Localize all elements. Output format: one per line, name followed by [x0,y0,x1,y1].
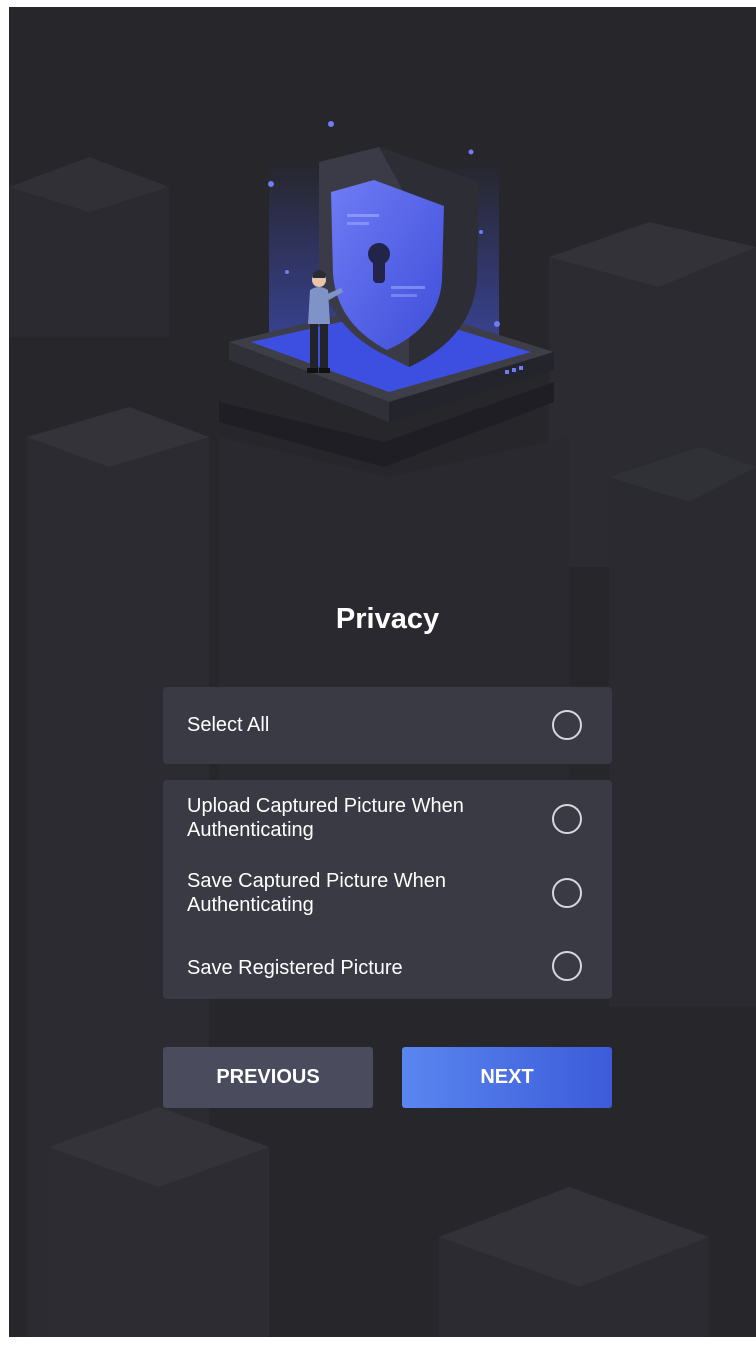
next-button[interactable]: NEXT [402,1047,612,1108]
upload-captured-picture-radio[interactable] [552,804,582,834]
select-all-label: Select All [187,714,270,736]
select-all-row[interactable]: Select All [163,687,612,764]
option-label: Save Captured Picture When Authenticatin… [187,869,527,917]
option-label: Upload Captured Picture When Authenticat… [187,794,527,842]
option-save-registered-picture[interactable]: Save Registered Picture [163,928,612,999]
onboarding-screen: Privacy Select All Upload Captured Pictu… [9,7,756,1337]
option-upload-captured-picture[interactable]: Upload Captured Picture When Authenticat… [163,780,612,858]
privacy-options-card: Upload Captured Picture When Authenticat… [163,780,612,999]
option-label-line2: Authenticating [187,894,314,916]
privacy-shield-illustration [219,121,554,467]
save-registered-picture-radio[interactable] [552,951,582,981]
option-label-line2: Authenticating [187,819,314,841]
option-save-captured-picture[interactable]: Save Captured Picture When Authenticatin… [163,858,612,928]
select-all-card: Select All [163,687,612,764]
page-title: Privacy [335,603,440,635]
previous-button[interactable]: PREVIOUS [163,1047,373,1108]
select-all-radio[interactable] [552,710,582,740]
option-label: Save Registered Picture [187,957,403,979]
save-captured-picture-radio[interactable] [552,878,582,908]
option-label-line1: Save Captured Picture When [187,870,447,892]
option-label-line1: Upload Captured Picture When [187,795,464,817]
